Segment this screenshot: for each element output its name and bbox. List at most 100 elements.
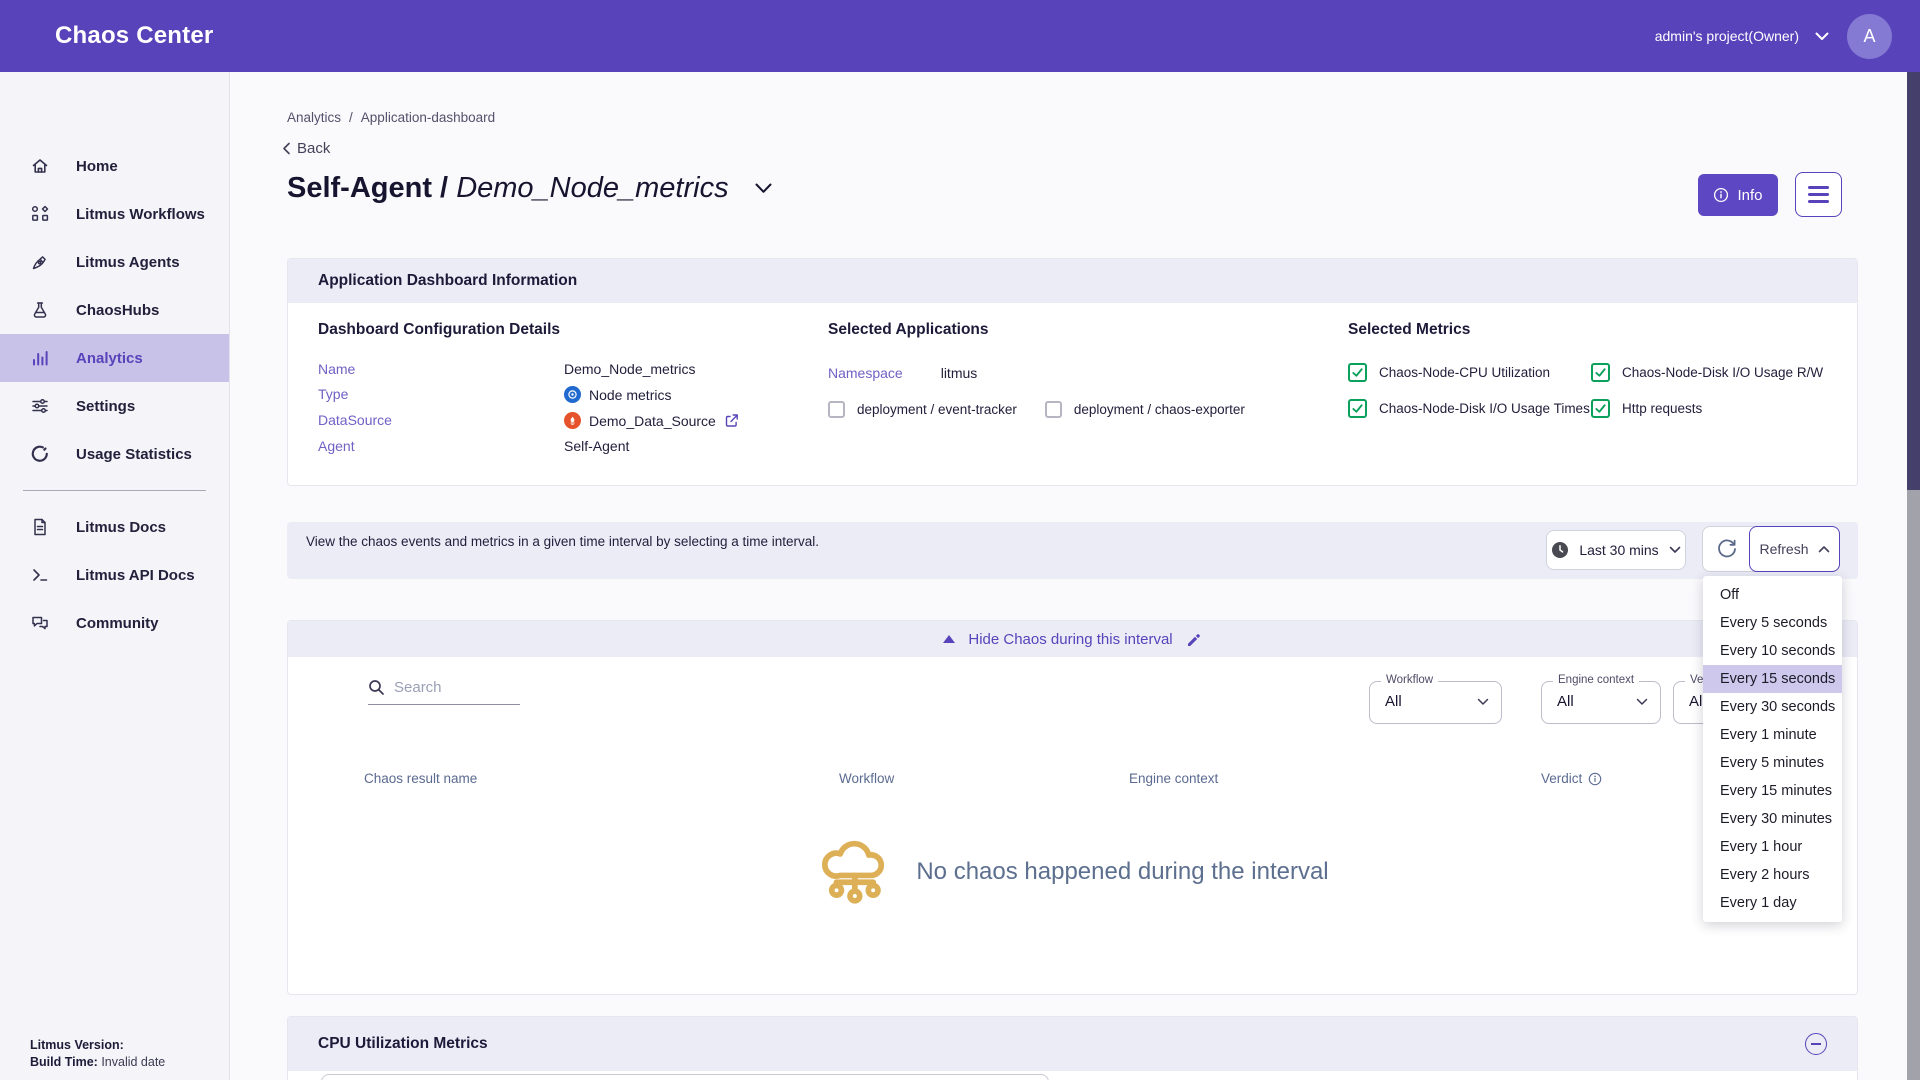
breadcrumb-application-dashboard[interactable]: Application-dashboard [361,110,495,125]
agents-icon [30,252,50,272]
sidebar: Home Litmus Workflows Litmus Agents Chao… [0,72,230,1080]
cpu-utilization-panel: CPU Utilization Metrics [287,1016,1858,1080]
api-docs-icon [30,565,50,585]
dashboard-menu-button[interactable] [1795,172,1842,217]
workflow-filter-label: Workflow [1381,674,1438,686]
sidebar-item-label: Home [76,158,118,175]
hide-chaos-label: Hide Chaos during this interval [968,631,1172,648]
cloud-network-icon [816,831,896,913]
engine-context-filter-label: Engine context [1553,674,1639,686]
selected-metrics-title: Selected Metrics [1348,321,1823,339]
sidebar-item-label: Settings [76,398,135,415]
external-link-icon[interactable] [724,413,739,428]
node-metrics-icon [564,386,581,403]
sidebar-item-analytics[interactable]: Analytics [0,334,229,382]
type-label: Type [318,386,564,403]
datasource-value: Demo_Data_Source [564,412,739,429]
chevron-down-icon [1815,32,1829,41]
chevron-left-icon [282,142,291,155]
info-panel-title: Application Dashboard Information [318,272,577,290]
menu-item-every-1-hour[interactable]: Every 1 hour [1703,833,1842,861]
info-panel-header: Application Dashboard Information [288,259,1857,303]
hide-chaos-toggle[interactable]: Hide Chaos during this interval [288,621,1857,657]
sidebar-item-chaoshubs[interactable]: ChaosHubs [0,286,229,334]
refresh-interval-button[interactable]: Refresh [1749,526,1840,572]
prometheus-icon [564,412,581,429]
application-dashboard-information-panel: Application Dashboard Information Dashbo… [287,258,1858,486]
menu-item-every-1-minute[interactable]: Every 1 minute [1703,721,1842,749]
chevron-down-icon [1477,698,1489,706]
chaos-table-panel: Hide Chaos during this interval Workflow… [287,620,1858,995]
cpu-chart-container [321,1074,1049,1080]
verdict-info-icon[interactable] [1588,772,1602,786]
engine-context-filter-value: All [1557,693,1574,710]
selected-applications: Selected Applications Namespace litmus d… [828,321,1245,418]
menu-item-every-1-day[interactable]: Every 1 day [1703,889,1842,917]
sidebar-item-label: Litmus API Docs [76,567,195,584]
avatar[interactable]: A [1847,14,1892,59]
menu-item-every-2-hours[interactable]: Every 2 hours [1703,861,1842,889]
menu-item-every-15-minutes[interactable]: Every 15 minutes [1703,777,1842,805]
info-button[interactable]: Info [1698,174,1778,216]
checkbox-disk-io-rw[interactable]: Chaos-Node-Disk I/O Usage R/W [1591,363,1823,382]
title-chevron-down-icon[interactable] [755,183,772,194]
refresh-now-button[interactable] [1703,527,1751,571]
name-label: Name [318,361,564,377]
minus-icon [1811,1043,1821,1045]
column-chaos-result-name: Chaos result name [364,771,477,786]
engine-context-filter[interactable]: Engine context All [1541,681,1661,724]
dashboard-name: Demo_Node_metrics [456,172,728,204]
scrollbar-track[interactable] [1907,72,1920,1080]
datasource-label: DataSource [318,412,564,429]
sidebar-item-litmus-docs[interactable]: Litmus Docs [0,503,229,551]
sidebar-item-litmus-agents[interactable]: Litmus Agents [0,238,229,286]
time-range-button[interactable]: Last 30 mins [1546,530,1686,570]
checkbox-event-tracker[interactable]: deployment / event-tracker [828,401,1017,418]
sidebar-item-home[interactable]: Home [0,142,229,190]
back-label: Back [297,140,330,157]
refresh-interval-menu: Off Every 5 seconds Every 10 seconds Eve… [1703,576,1842,922]
hamburger-icon [1808,186,1829,189]
edit-pencil-icon[interactable] [1186,631,1202,647]
chaoshubs-icon [30,300,50,320]
search-field [368,679,520,705]
checkbox-chaos-exporter[interactable]: deployment / chaos-exporter [1045,401,1245,418]
selected-metrics: Selected Metrics Chaos-Node-CPU Utilizat… [1348,321,1823,418]
workflow-filter[interactable]: Workflow All [1369,681,1502,724]
analytics-icon [30,348,50,368]
project-name: admin's project(Owner) [1655,28,1799,44]
sidebar-item-usage-statistics[interactable]: Usage Statistics [0,430,229,478]
breadcrumb-analytics[interactable]: Analytics [287,110,341,125]
sidebar-item-community[interactable]: Community [0,599,229,647]
scrollbar-thumb[interactable] [1907,72,1920,490]
sidebar-item-settings[interactable]: Settings [0,382,229,430]
menu-item-every-10-seconds[interactable]: Every 10 seconds [1703,637,1842,665]
project-switcher[interactable]: admin's project(Owner) [1655,28,1829,44]
sidebar-item-label: ChaosHubs [76,302,159,319]
page-title: Self-Agent / Demo_Node_metrics [287,172,729,205]
collapse-panel-button[interactable] [1805,1033,1827,1055]
agent-label: Agent [318,438,564,454]
menu-item-every-15-seconds[interactable]: Every 15 seconds [1703,665,1842,693]
agent-value: Self-Agent [564,438,739,454]
menu-item-off[interactable]: Off [1703,581,1842,609]
menu-item-every-5-minutes[interactable]: Every 5 minutes [1703,749,1842,777]
sidebar-item-litmus-api-docs[interactable]: Litmus API Docs [0,551,229,599]
menu-item-every-30-seconds[interactable]: Every 30 seconds [1703,693,1842,721]
chevron-up-icon [1818,545,1830,553]
menu-item-every-30-minutes[interactable]: Every 30 minutes [1703,805,1842,833]
version-info: Litmus Version: Build Time: Invalid date [30,1037,165,1071]
empty-state: No chaos happened during the interval [288,831,1857,913]
back-button[interactable]: Back [282,140,330,157]
config-details-title: Dashboard Configuration Details [318,321,739,339]
settings-icon [30,396,50,416]
breadcrumb: Analytics / Application-dashboard [287,110,495,125]
interval-description: View the chaos events and metrics in a g… [306,532,851,552]
checkbox-cpu-utilization[interactable]: Chaos-Node-CPU Utilization [1348,363,1591,382]
checkbox-http-requests[interactable]: Http requests [1591,399,1823,418]
sidebar-item-litmus-workflows[interactable]: Litmus Workflows [0,190,229,238]
checkbox-disk-io-times[interactable]: Chaos-Node-Disk I/O Usage Times [1348,399,1591,418]
sidebar-item-label: Litmus Workflows [76,206,205,223]
menu-item-every-5-seconds[interactable]: Every 5 seconds [1703,609,1842,637]
search-input[interactable] [394,679,504,696]
